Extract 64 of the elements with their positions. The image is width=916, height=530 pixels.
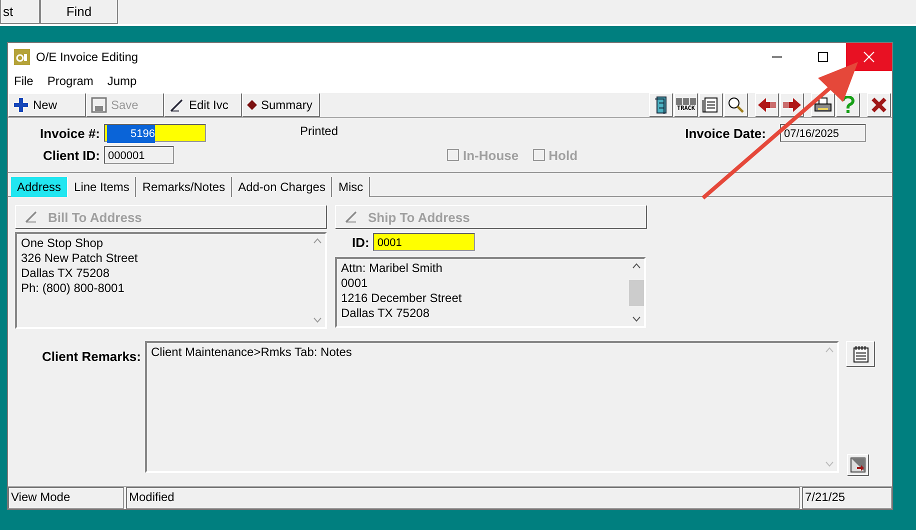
- export-button[interactable]: [847, 454, 869, 476]
- close-button[interactable]: [846, 43, 892, 71]
- status-bar-cell: Modified: [126, 487, 800, 509]
- client-id-field[interactable]: 000001: [104, 146, 174, 164]
- address-line: One Stop Shop: [21, 236, 104, 251]
- address-line: 1216 December Street: [341, 291, 463, 306]
- export-icon: [850, 457, 866, 473]
- tab[interactable]: Remarks/Notes: [136, 177, 232, 197]
- toolbar-button[interactable]: [755, 93, 779, 117]
- remarks-text: Client Maintenance>Rmks Tab: Notes: [151, 345, 353, 360]
- notepad-button[interactable]: [846, 341, 875, 367]
- tab[interactable]: Misc: [332, 177, 370, 197]
- toolbar-button[interactable]: [649, 93, 673, 117]
- client-remarks-box[interactable]: Client Maintenance>Rmks Tab: Notes: [145, 341, 839, 473]
- document-icon: [702, 97, 720, 113]
- tab[interactable]: Address: [11, 177, 68, 197]
- diamond-icon: [247, 100, 257, 110]
- toolbar-button[interactable]: [724, 93, 748, 117]
- field-label: ID:: [352, 234, 370, 250]
- status-bar-cell: View Mode: [8, 487, 124, 509]
- toolbar-button[interactable]: Summary: [242, 93, 320, 117]
- address-line: Dallas TX 75208: [21, 266, 110, 281]
- toolbar-button[interactable]: [699, 93, 723, 117]
- address-line: 326 New Patch Street: [21, 251, 139, 266]
- menu-item[interactable]: Jump: [107, 74, 137, 90]
- toolbar-button[interactable]: [780, 93, 804, 117]
- tab[interactable]: Add-on Charges: [232, 177, 332, 197]
- cabinet-icon: [653, 96, 669, 114]
- scroll-thumb[interactable]: [629, 280, 644, 306]
- address-line: Attn: Maribel Smith: [341, 261, 444, 276]
- address-line: Dallas TX 75208: [341, 306, 430, 321]
- print-status: Printed: [300, 123, 338, 138]
- save-icon: [91, 97, 107, 113]
- toolbar-button[interactable]: Find: [40, 0, 118, 24]
- toolbar-button[interactable]: [867, 93, 891, 117]
- field-label: Client ID:: [42, 148, 101, 162]
- help-icon: [841, 96, 855, 114]
- pen-icon: [169, 97, 185, 113]
- window-title: O/E Invoice Editing: [36, 50, 138, 64]
- menu-item[interactable]: File: [14, 74, 34, 90]
- close-icon: [863, 51, 875, 63]
- toolbar-button[interactable]: st: [0, 0, 40, 24]
- printer-icon: [814, 97, 832, 113]
- right-arrow-icon: [782, 97, 802, 113]
- field-label: Client Remarks:: [41, 348, 142, 366]
- barcode-icon: [676, 98, 696, 105]
- invoice-date-field[interactable]: 07/16/2025: [780, 124, 866, 142]
- invoice-number-field[interactable]: 5196: [104, 124, 206, 142]
- menu-item[interactable]: Program: [47, 74, 94, 90]
- search-icon: [727, 96, 745, 114]
- status-bar-cell: 7/21/25: [802, 487, 892, 509]
- notepad-icon: [852, 345, 870, 363]
- toolbar-button[interactable]: New: [8, 93, 86, 117]
- field-label: Invoice Date:: [685, 126, 766, 140]
- plus-icon: [13, 97, 29, 113]
- tab[interactable]: Line Items: [68, 177, 136, 197]
- left-arrow-icon: [757, 97, 777, 113]
- close-icon: [871, 97, 887, 113]
- app-icon: [14, 49, 30, 65]
- address-line: 0001: [341, 276, 369, 291]
- address-line: Ph: (800) 800-8001: [21, 281, 126, 296]
- maximize-icon: [817, 51, 829, 63]
- toolbar-button[interactable]: Edit Ivc: [164, 93, 242, 117]
- field-label: Invoice #:: [39, 126, 101, 140]
